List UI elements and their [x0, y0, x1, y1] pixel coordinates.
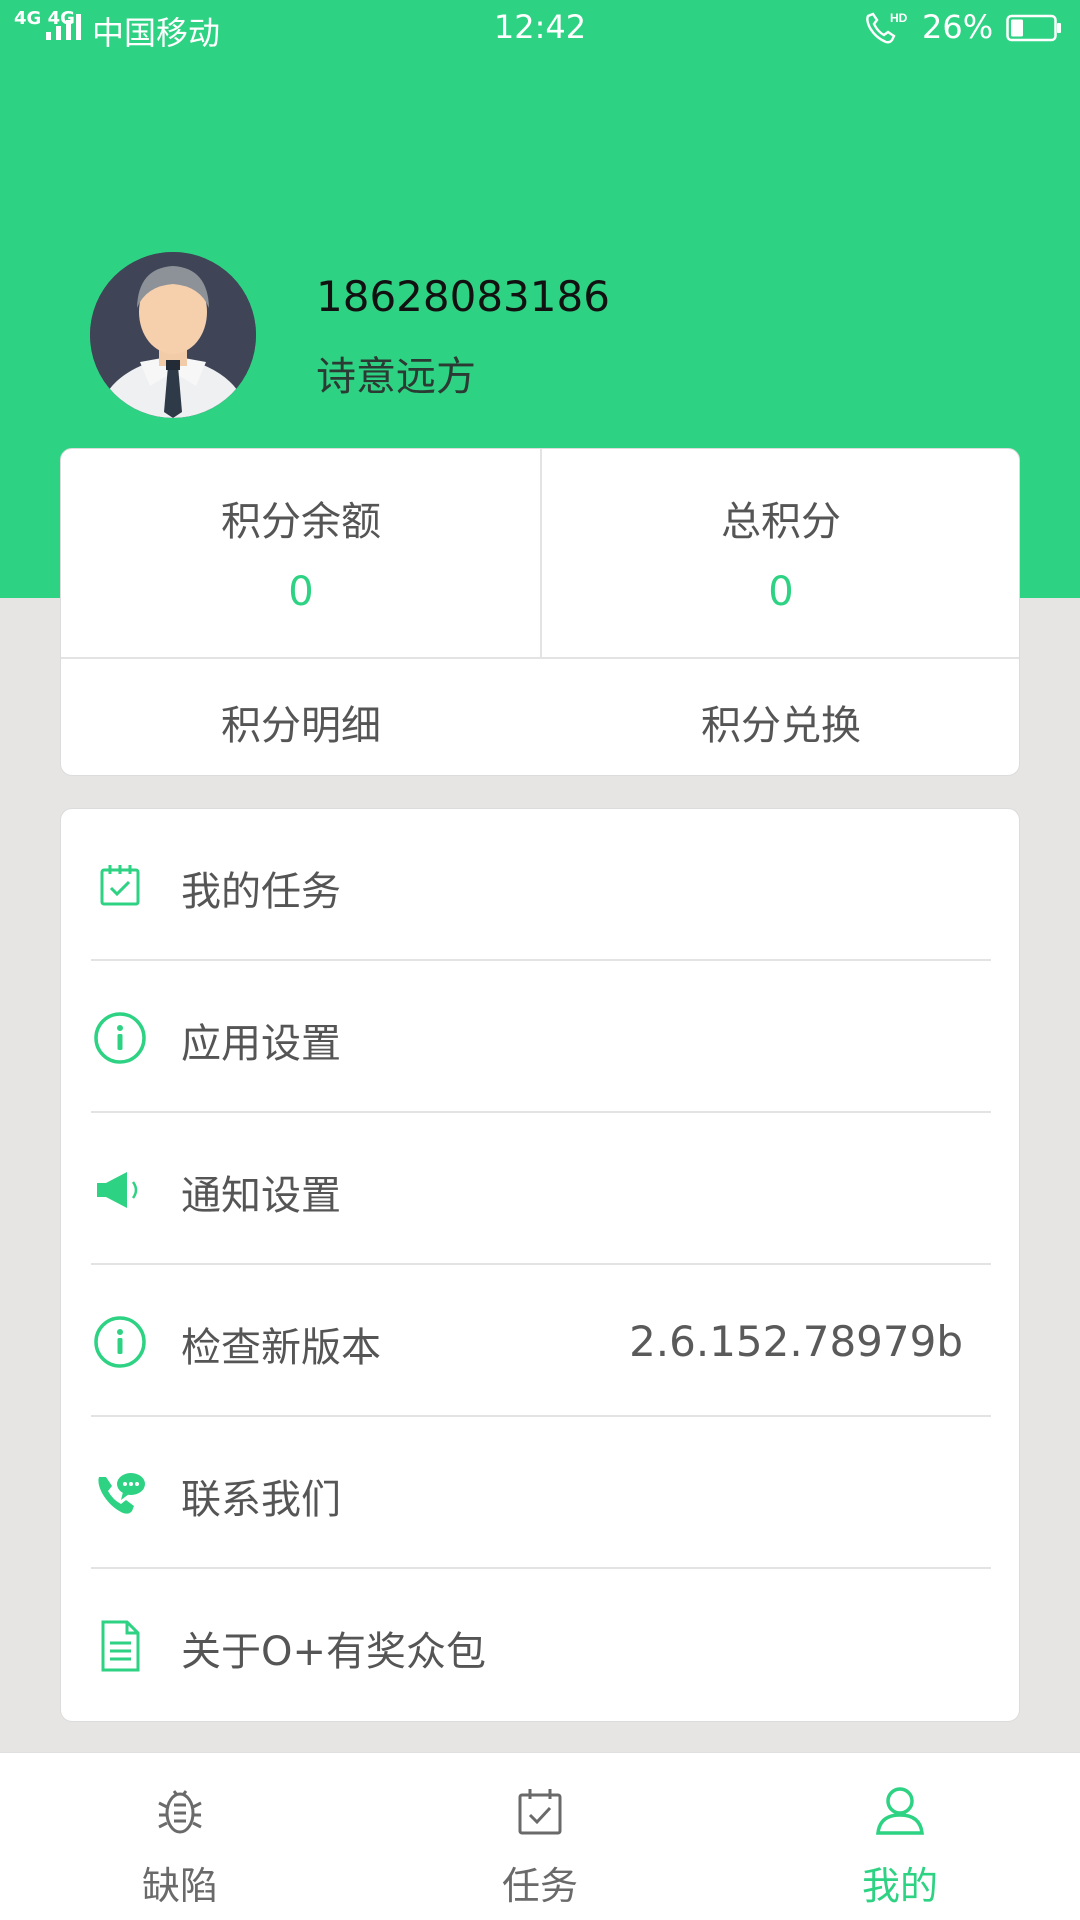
bug-icon — [158, 1790, 202, 1834]
points-balance[interactable]: 积分余额 0 — [61, 449, 541, 657]
user-phone: 18628083186 — [316, 272, 610, 321]
version-number: 2.6.152.78979b — [629, 1317, 963, 1366]
points-balance-value: 0 — [288, 569, 314, 615]
nav-tab-tasks[interactable]: 任务 — [360, 1753, 720, 1920]
task-calendar-icon — [100, 865, 140, 906]
menu-item-label: 我的任务 — [181, 869, 341, 915]
points-detail-label: 积分明细 — [221, 703, 381, 749]
battery-icon — [1006, 14, 1061, 42]
avatar[interactable] — [90, 252, 256, 418]
battery-percent: 26% — [922, 8, 994, 46]
profile-screen: 4G 4G 中国移动 12:42 HD 26% 18628083186 诗意远方… — [0, 0, 1080, 1920]
nav-tab-label: 缺陷 — [141, 1864, 218, 1908]
points-balance-label: 积分余额 — [221, 499, 381, 545]
points-total-label: 总积分 — [721, 499, 841, 545]
menu-item-notification-settings[interactable]: 通知设置 — [61, 1113, 1021, 1265]
nav-tab-label: 任务 — [501, 1864, 578, 1908]
points-exchange-label: 积分兑换 — [701, 703, 861, 749]
hd-call-icon: HD — [866, 11, 908, 44]
menu-item-app-settings[interactable]: 应用设置 — [61, 961, 1021, 1113]
points-detail-button[interactable]: 积分明细 — [61, 659, 541, 777]
nav-tab-mine[interactable]: 我的 — [720, 1753, 1080, 1920]
speaker-icon — [97, 1172, 138, 1208]
divider — [540, 449, 542, 657]
menu-item-label: 关于O+有奖众包 — [181, 1629, 486, 1675]
menu-item-about[interactable]: 关于O+有奖众包 — [61, 1569, 1021, 1721]
points-total[interactable]: 总积分 0 — [541, 449, 1021, 657]
menu-item-label: 通知设置 — [181, 1173, 341, 1219]
clock: 12:42 — [493, 8, 587, 46]
menu-item-label: 检查新版本 — [181, 1325, 381, 1371]
nav-tab-label: 我的 — [861, 1864, 938, 1908]
user-nickname: 诗意远方 — [316, 354, 476, 400]
info-circle-icon — [94, 1012, 146, 1064]
menu-item-check-version[interactable]: 检查新版本 2.6.152.78979b — [61, 1265, 1021, 1417]
points-exchange-button[interactable]: 积分兑换 — [541, 659, 1021, 777]
task-calendar-icon — [518, 1789, 562, 1835]
nav-tab-defects[interactable]: 缺陷 — [0, 1753, 360, 1920]
points-total-value: 0 — [768, 569, 794, 615]
status-bar: 4G 4G 中国移动 12:42 HD 26% — [0, 0, 1080, 58]
svg-text:HD: HD — [890, 11, 908, 25]
phone-chat-icon — [98, 1473, 145, 1514]
bottom-nav: 缺陷 任务 我的 — [0, 1752, 1080, 1920]
avatar-image — [90, 252, 256, 418]
menu-item-contact-us[interactable]: 联系我们 — [61, 1417, 1021, 1569]
info-circle-icon — [94, 1316, 146, 1368]
menu-item-my-tasks[interactable]: 我的任务 — [61, 809, 1021, 961]
person-icon — [876, 1787, 924, 1835]
menu-card: 我的任务 应用设置 通知设置 检查新版本 2.6.152.78979b 联系我们… — [60, 808, 1020, 1722]
menu-item-label: 联系我们 — [181, 1477, 341, 1523]
points-card: 积分余额 0 总积分 0 积分明细 积分兑换 — [60, 448, 1020, 776]
document-icon — [101, 1620, 140, 1672]
menu-item-label: 应用设置 — [181, 1021, 341, 1067]
